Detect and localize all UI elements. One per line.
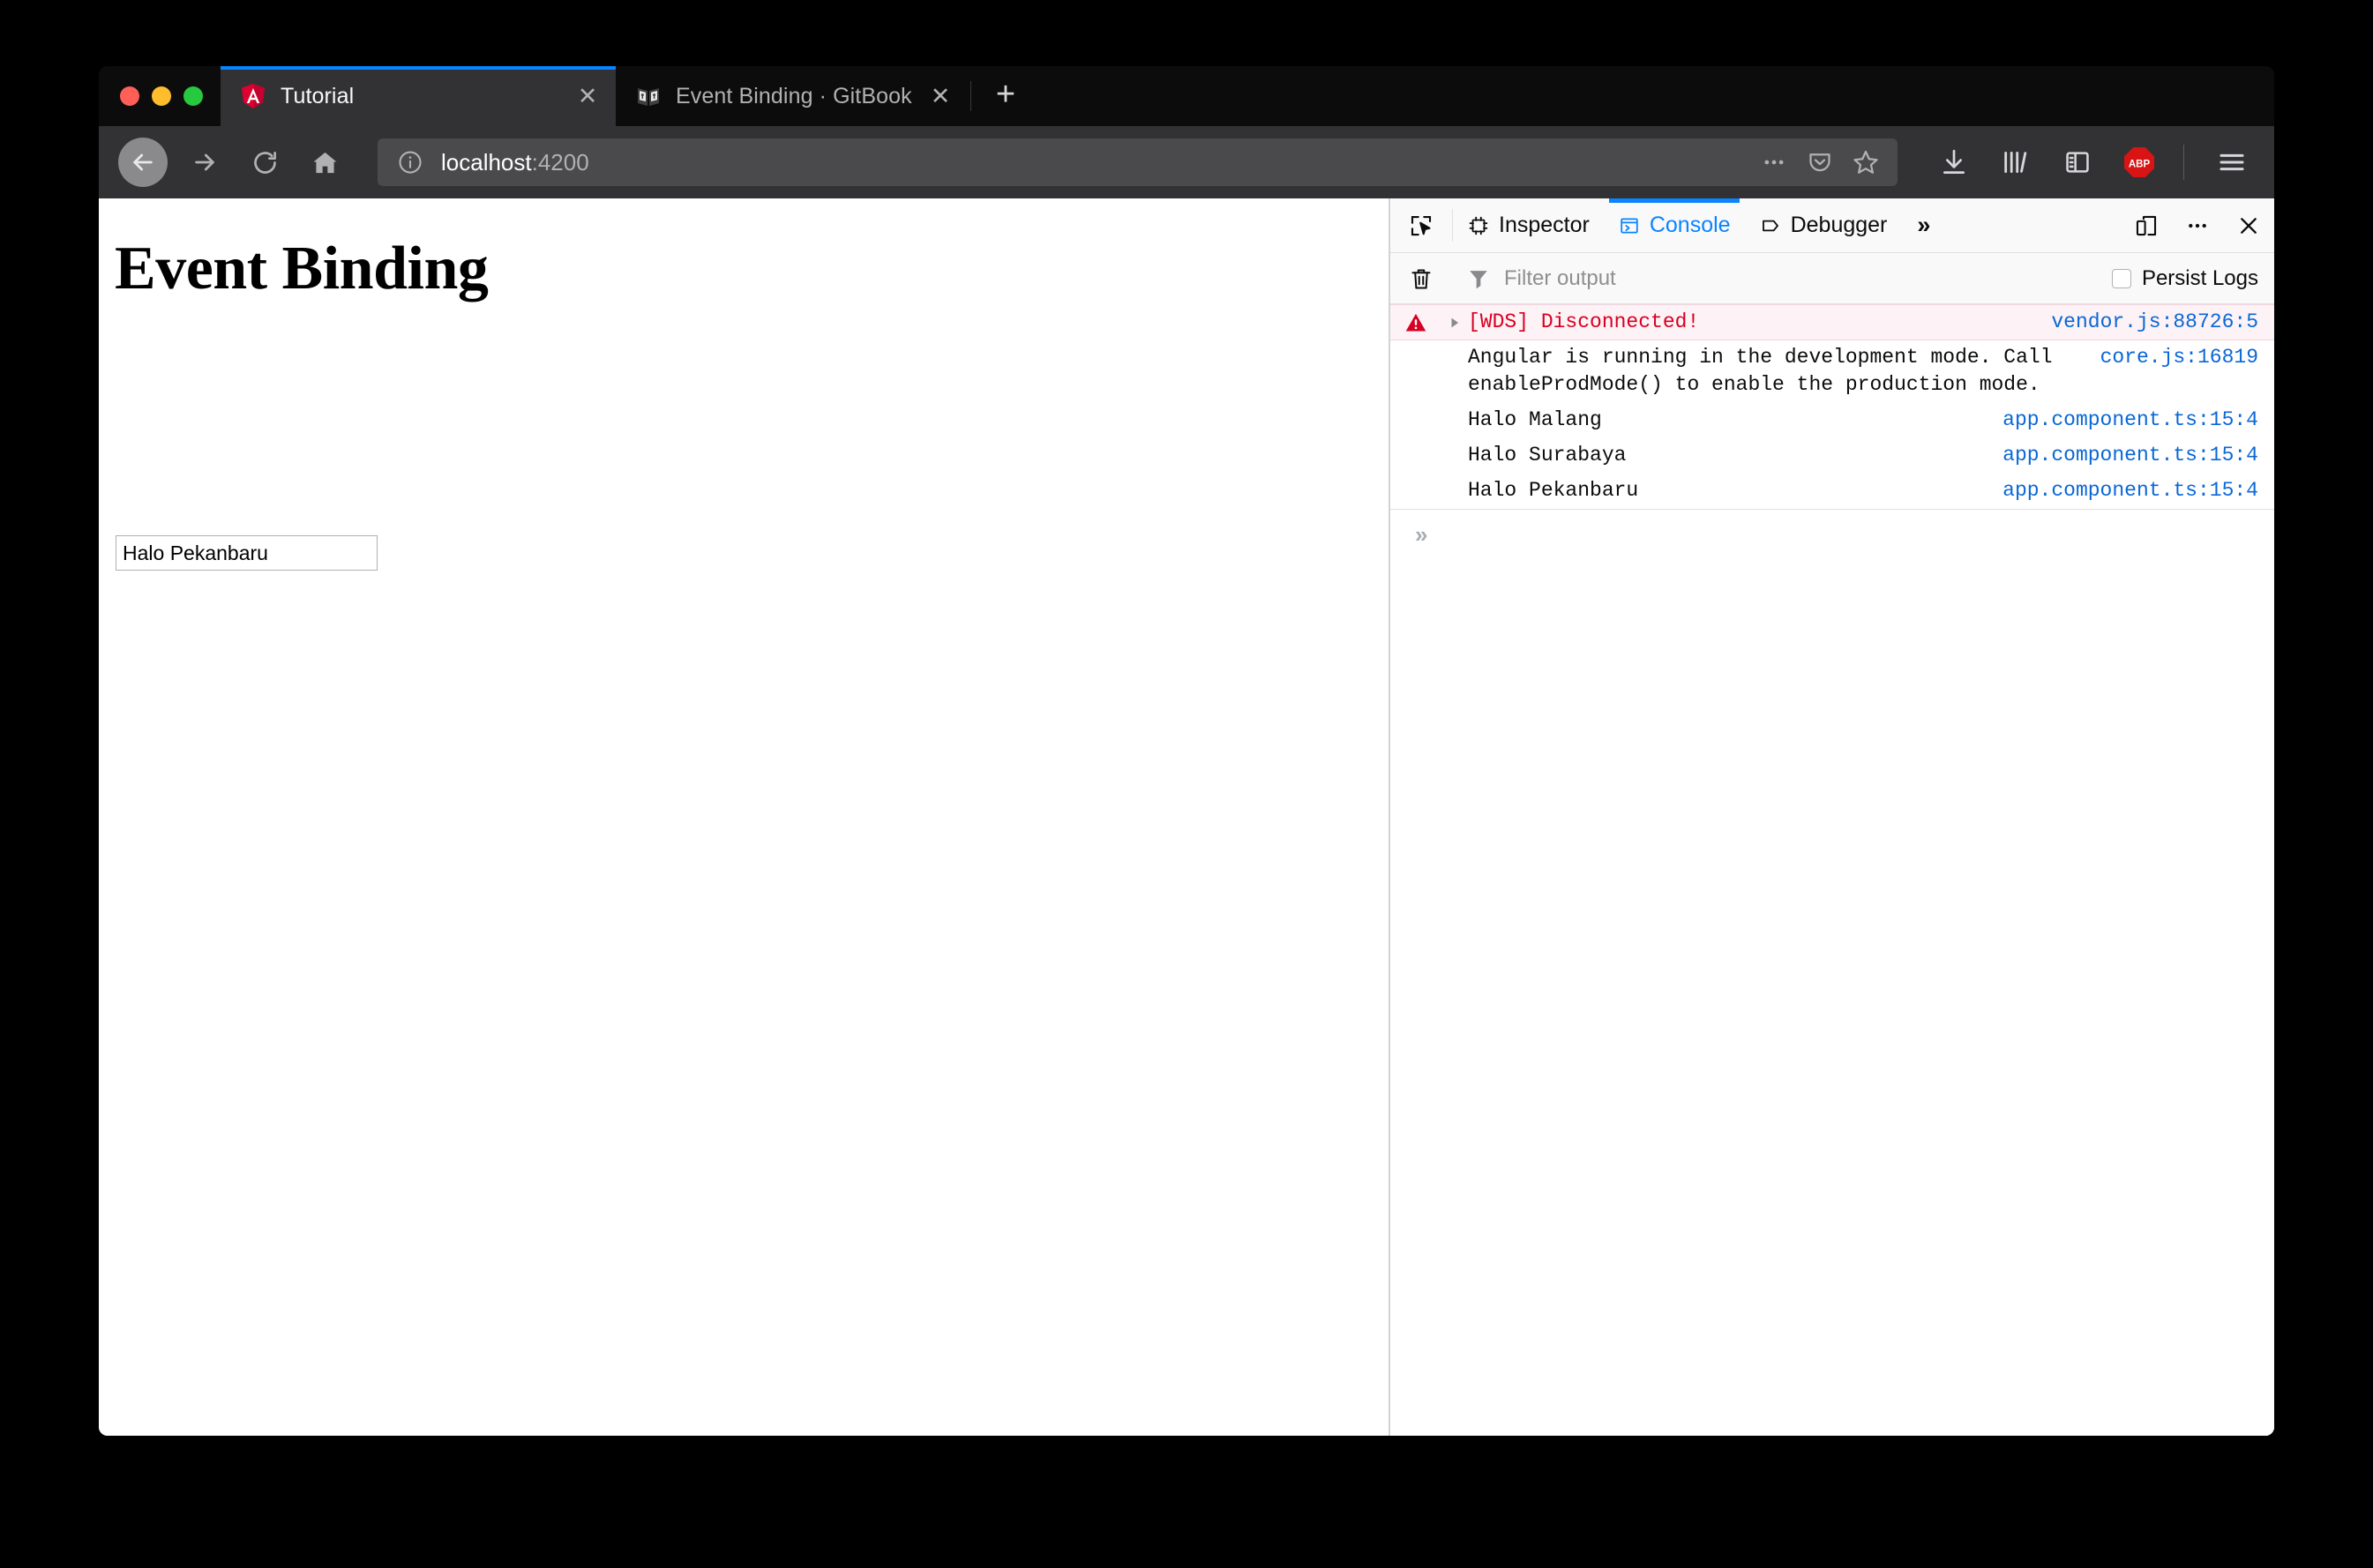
devtools-close-icon[interactable] bbox=[2223, 198, 2274, 252]
message-icon-placeholder bbox=[1390, 407, 1441, 409]
new-tab-button[interactable]: + bbox=[982, 71, 1029, 118]
console-prompt-icon: » bbox=[1415, 520, 1428, 548]
download-icon[interactable] bbox=[1931, 139, 1977, 185]
tab-close-button[interactable]: ✕ bbox=[572, 80, 603, 112]
inspector-icon bbox=[1467, 214, 1490, 237]
url-text: localhost:4200 bbox=[441, 149, 1748, 176]
expand-arrow-placeholder bbox=[1441, 477, 1468, 484]
persist-logs-checkbox[interactable] bbox=[2111, 268, 2131, 288]
page-title: Event Binding bbox=[115, 235, 489, 302]
responsive-design-mode-icon[interactable] bbox=[2121, 198, 2172, 252]
console-message-text: Halo Surabaya bbox=[1468, 444, 1627, 467]
gitbook-icon bbox=[635, 83, 662, 109]
console-output: [WDS] Disconnected! vendor.js:88726:5 An… bbox=[1390, 304, 2274, 1436]
funnel-icon bbox=[1453, 266, 1504, 291]
window-traffic-lights bbox=[99, 66, 221, 126]
url-host: localhost bbox=[441, 148, 532, 175]
console-input-row[interactable]: » bbox=[1390, 509, 2274, 559]
devtools-meatball-menu-icon[interactable] bbox=[2172, 198, 2223, 252]
browser-tab-tutorial[interactable]: Tutorial ✕ bbox=[221, 66, 616, 126]
greeting-input[interactable] bbox=[116, 535, 378, 571]
angular-icon bbox=[240, 83, 266, 109]
window-maximize-button[interactable] bbox=[183, 86, 203, 106]
console-message-row[interactable]: Angular is running in the development mo… bbox=[1390, 340, 2274, 403]
pocket-icon[interactable] bbox=[1800, 143, 1839, 182]
sidebar-icon[interactable] bbox=[2055, 139, 2100, 185]
expand-arrow-placeholder bbox=[1441, 442, 1468, 449]
navigation-toolbar: localhost:4200 ABP bbox=[99, 126, 2274, 198]
adblock-plus-icon[interactable]: ABP bbox=[2116, 139, 2162, 185]
console-message-source[interactable]: core.js:16819 bbox=[2100, 344, 2258, 371]
console-message-source[interactable]: app.component.ts:15:4 bbox=[2002, 407, 2258, 434]
tabbar-spacer bbox=[1946, 198, 2121, 252]
svg-text:ABP: ABP bbox=[2129, 160, 2151, 170]
devtools-tabbar: Inspector Console Debugger » bbox=[1390, 198, 2274, 253]
message-icon-placeholder bbox=[1390, 344, 1441, 347]
tab-debugger[interactable]: Debugger bbox=[1745, 198, 1902, 252]
tab-label: Debugger bbox=[1790, 213, 1888, 237]
window-minimize-button[interactable] bbox=[152, 86, 171, 106]
tab-label: Inspector bbox=[1499, 213, 1590, 237]
hamburger-menu-icon[interactable] bbox=[2209, 139, 2255, 185]
reload-icon[interactable] bbox=[242, 139, 288, 185]
console-message-text: Halo Pekanbaru bbox=[1468, 479, 1639, 502]
tab-console[interactable]: Console bbox=[1604, 198, 1745, 252]
tab-separator bbox=[970, 81, 971, 111]
console-message-text: Angular is running in the development mo… bbox=[1468, 346, 2065, 396]
browser-tab-title: Tutorial bbox=[281, 83, 355, 108]
persist-logs-control[interactable]: Persist Logs bbox=[2111, 265, 2258, 291]
console-message-text: [WDS] Disconnected! bbox=[1468, 310, 1700, 333]
page-actions-ellipsis-icon[interactable] bbox=[1755, 143, 1793, 182]
debugger-icon bbox=[1759, 214, 1782, 237]
console-message-row[interactable]: [WDS] Disconnected! vendor.js:88726:5 bbox=[1390, 304, 2274, 340]
window-close-button[interactable] bbox=[120, 86, 139, 106]
star-icon[interactable] bbox=[1846, 143, 1885, 182]
browser-tab-gitbook[interactable]: Event Binding · GitBook ✕ bbox=[616, 66, 969, 126]
message-icon-placeholder bbox=[1390, 442, 1441, 444]
home-icon[interactable] bbox=[302, 139, 348, 185]
console-filter-input[interactable] bbox=[1504, 265, 2112, 291]
console-message-source[interactable]: vendor.js:88726:5 bbox=[2051, 309, 2258, 336]
tab-strip: Tutorial ✕ Event Binding · GitBook ✕ + bbox=[99, 66, 2274, 126]
console-message-source[interactable]: app.component.ts:15:4 bbox=[2002, 442, 2258, 469]
page-viewport: Event Binding bbox=[99, 198, 1389, 1436]
browser-tab-title: Event Binding · GitBook bbox=[676, 83, 912, 108]
expand-arrow-placeholder bbox=[1441, 344, 1468, 351]
browser-window: Tutorial ✕ Event Binding · GitBook ✕ + l… bbox=[99, 66, 2274, 1436]
trash-icon[interactable] bbox=[1390, 265, 1452, 292]
element-picker-icon[interactable] bbox=[1390, 198, 1452, 252]
tab-close-button[interactable]: ✕ bbox=[924, 80, 956, 112]
toolbar-divider bbox=[2183, 145, 2184, 180]
back-arrow-icon[interactable] bbox=[118, 138, 168, 187]
abp-badge: ABP bbox=[2122, 146, 2156, 179]
url-bar[interactable]: localhost:4200 bbox=[378, 138, 1898, 186]
console-message-row[interactable]: Halo Pekanbaru app.component.ts:15:4 bbox=[1390, 474, 2274, 509]
forward-arrow-icon[interactable] bbox=[182, 139, 228, 185]
console-empty-area bbox=[1390, 559, 2274, 1436]
console-message-row[interactable]: Halo Surabaya app.component.ts:15:4 bbox=[1390, 438, 2274, 474]
console-icon bbox=[1618, 214, 1641, 237]
url-port: :4200 bbox=[531, 148, 589, 175]
info-circle-icon[interactable] bbox=[397, 149, 423, 175]
library-icon[interactable] bbox=[1993, 139, 2039, 185]
console-command-input[interactable] bbox=[1441, 522, 2274, 547]
console-message-source[interactable]: app.component.ts:15:4 bbox=[2002, 477, 2258, 504]
devtools-tabs-overflow-button[interactable]: » bbox=[1901, 198, 1946, 252]
console-toolbar: Persist Logs bbox=[1390, 253, 2274, 304]
expand-arrow-icon[interactable] bbox=[1441, 309, 1468, 330]
expand-arrow-placeholder bbox=[1441, 407, 1468, 414]
console-message-text: Halo Malang bbox=[1468, 408, 1602, 431]
error-warning-icon bbox=[1390, 309, 1441, 334]
tab-label: Console bbox=[1649, 213, 1731, 237]
persist-logs-label: Persist Logs bbox=[2141, 265, 2258, 290]
tab-inspector[interactable]: Inspector bbox=[1453, 198, 1604, 252]
console-message-row[interactable]: Halo Malang app.component.ts:15:4 bbox=[1390, 403, 2274, 438]
message-icon-placeholder bbox=[1390, 477, 1441, 480]
window-body: Event Binding Halo Pekanbaru Inspector C… bbox=[99, 198, 2274, 1436]
devtools-panel: Inspector Console Debugger » Filter outp… bbox=[1390, 198, 2274, 1436]
